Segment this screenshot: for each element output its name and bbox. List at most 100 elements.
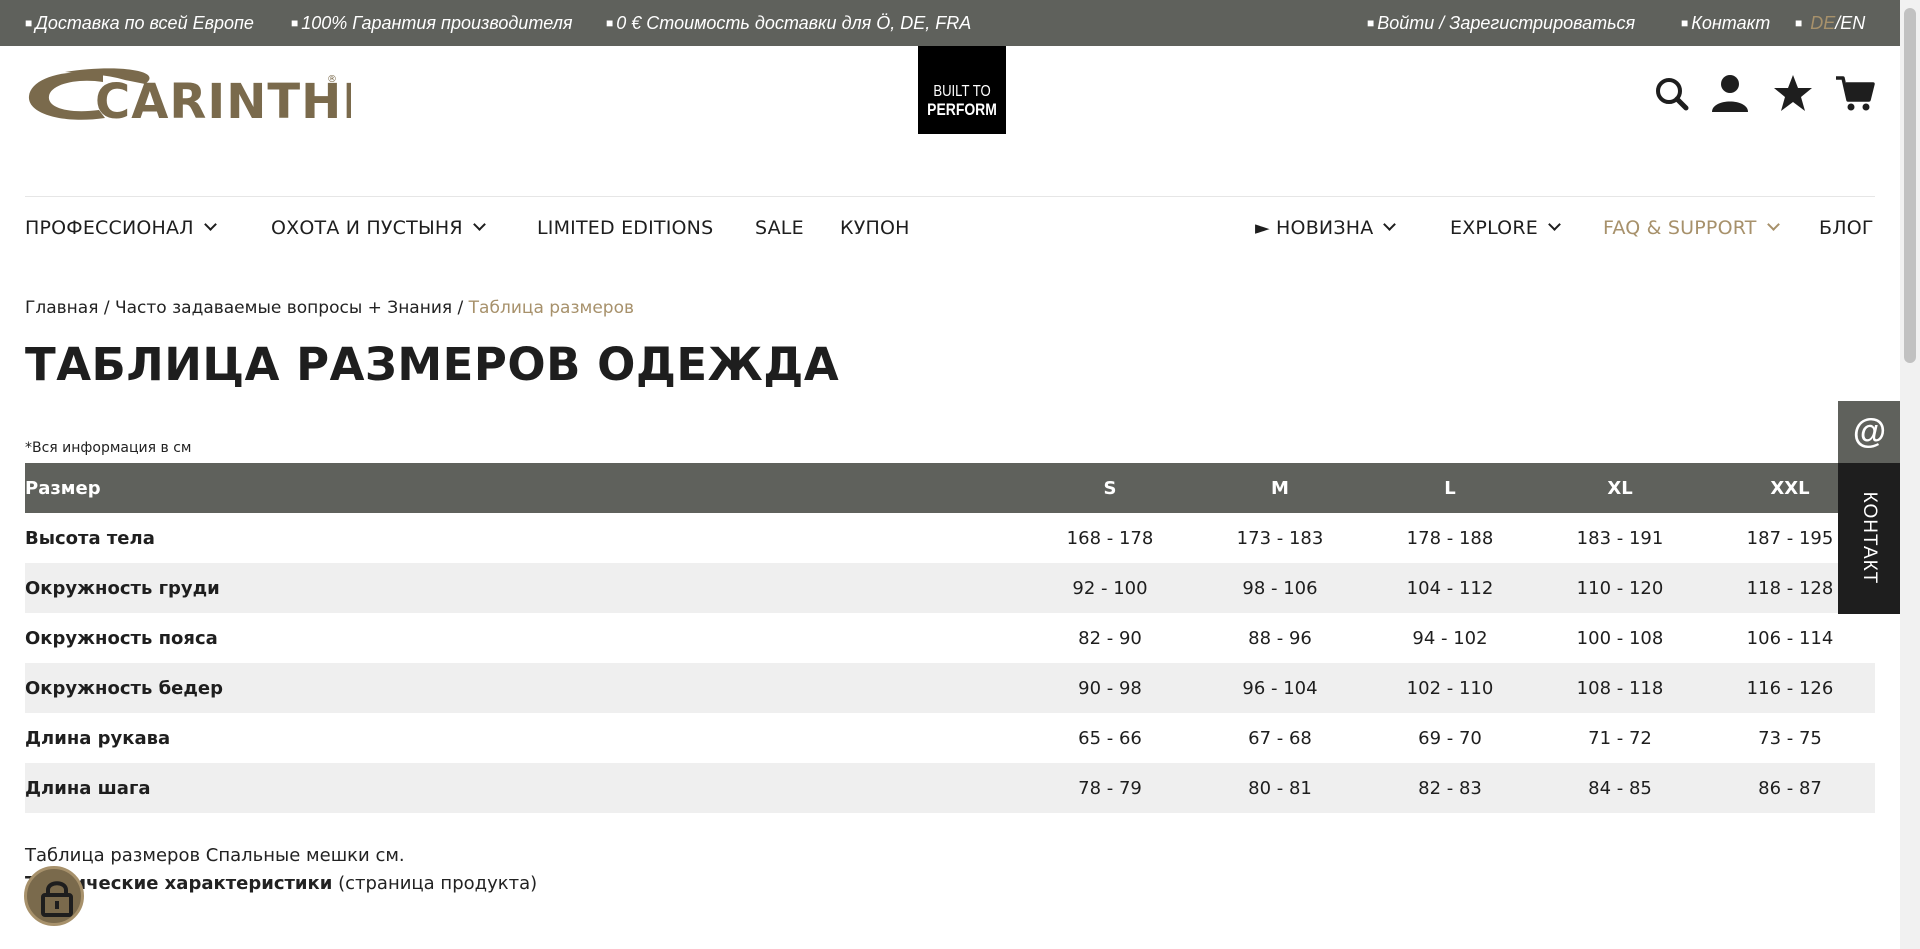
breadcrumb: Главная / Часто задаваемые вопросы + Зна… <box>25 298 634 318</box>
table-cell: 86 - 87 <box>1758 777 1822 799</box>
nav-limited-editions[interactable]: LIMITED EDITIONS <box>537 217 713 239</box>
contact-side-label: КОНТАКТ <box>1859 491 1880 585</box>
tech-specs-suffix: (страница продукта) <box>332 873 538 894</box>
table-cell: 73 - 75 <box>1758 727 1822 749</box>
table-cell: 69 - 70 <box>1418 727 1482 749</box>
top-info-bar: ■ Доставка по всей Европе ■ 100% Гарантия … <box>0 0 1900 46</box>
table-row: Высота тела 168 - 178 173 - 183 178 - 18… <box>25 513 1875 563</box>
nav-sale[interactable]: SALE <box>755 217 804 239</box>
nav-explore[interactable]: EXPLORE <box>1450 217 1561 239</box>
table-row: Окружность пояса 82 - 90 88 - 96 94 - 10… <box>25 613 1875 663</box>
breadcrumb-faq[interactable]: Часто задаваемые вопросы + Знания <box>115 298 452 318</box>
size-table-header: Размер S M L XL XXL <box>25 463 1875 513</box>
lang-de[interactable]: DE <box>1810 13 1835 33</box>
table-cell: 178 - 188 <box>1406 527 1494 549</box>
nav-new-arrivals[interactable]: ► НОВИЗНА <box>1255 217 1397 239</box>
table-cell: 100 - 108 <box>1576 627 1664 649</box>
table-row: Длина шага 78 - 79 80 - 81 82 - 83 84 - … <box>25 763 1875 813</box>
row-label: Длина рукава <box>25 727 171 749</box>
logo-wordmark: CARINTHIA <box>95 74 351 126</box>
breadcrumb-current: Таблица размеров <box>468 298 635 318</box>
table-cell: 98 - 106 <box>1242 577 1318 599</box>
contact-side-tab[interactable]: КОНТАКТ <box>1838 463 1900 614</box>
table-cell: 78 - 79 <box>1078 777 1142 799</box>
privacy-settings-button[interactable] <box>24 866 84 926</box>
topbar-shipping-europe: ■ Доставка по всей Европе <box>25 13 254 33</box>
table-cell: 82 - 83 <box>1418 777 1482 799</box>
header-size-s: S <box>1103 477 1117 499</box>
table-cell: 90 - 98 <box>1078 677 1142 699</box>
search-icon[interactable] <box>1652 72 1692 114</box>
star-icon[interactable] <box>1773 72 1813 114</box>
table-cell: 102 - 110 <box>1406 677 1494 699</box>
carinthia-logo[interactable]: CARINTHIA ® <box>25 66 398 130</box>
nav-blog[interactable]: БЛОГ <box>1819 217 1874 239</box>
header-size-xl: XL <box>1607 477 1633 499</box>
table-cell: 116 - 126 <box>1746 677 1834 699</box>
nav-hunting-desert[interactable]: ОХОТА И ПУСТЫНЯ <box>271 217 486 239</box>
table-cell: 82 - 90 <box>1078 627 1142 649</box>
header-divider <box>25 196 1875 197</box>
chevron-down-icon <box>1548 218 1561 231</box>
table-cell: 88 - 96 <box>1248 627 1312 649</box>
units-note: *Вся информация в см <box>25 440 192 456</box>
table-cell: 183 - 191 <box>1576 527 1664 549</box>
nav-faq-support[interactable]: FAQ & SUPPORT <box>1603 217 1780 239</box>
related-links: Таблица размеров Спальные мешки см. Техн… <box>25 842 537 898</box>
login-register-link[interactable]: ■ Войти / Зарегистрироваться <box>1367 13 1635 34</box>
header-size-m: M <box>1271 477 1289 499</box>
row-label: Окружность пояса <box>25 627 218 649</box>
sleeping-bag-size-link[interactable]: Таблица размеров Спальные мешки см. <box>25 845 405 866</box>
table-cell: 65 - 66 <box>1078 727 1142 749</box>
table-cell: 110 - 120 <box>1576 577 1664 599</box>
at-icon: @ <box>1852 413 1886 451</box>
table-cell: 96 - 104 <box>1242 677 1318 699</box>
table-cell: 108 - 118 <box>1576 677 1664 699</box>
table-cell: 67 - 68 <box>1248 727 1312 749</box>
table-row: Окружность груди 92 - 100 98 - 106 104 -… <box>25 563 1875 613</box>
email-contact-tab[interactable]: @ <box>1838 401 1900 463</box>
size-table: Размер S M L XL XXL Высота тела 168 - 17… <box>25 463 1875 813</box>
row-label: Окружность груди <box>25 577 220 599</box>
cart-icon[interactable] <box>1835 72 1875 114</box>
table-row: Длина рукава 65 - 66 67 - 68 69 - 70 71 … <box>25 713 1875 763</box>
scrollbar-thumb[interactable] <box>1904 8 1916 363</box>
badge-line-1: BUILT TO <box>933 83 991 100</box>
header-size-label: Размер <box>25 477 101 499</box>
chevron-down-icon <box>1766 218 1780 231</box>
lock-icon <box>41 881 73 917</box>
table-row: Окружность бедер 90 - 98 96 - 104 102 - … <box>25 663 1875 713</box>
table-cell: 104 - 112 <box>1406 577 1494 599</box>
chevron-down-icon <box>203 218 217 231</box>
table-cell: 71 - 72 <box>1588 727 1652 749</box>
table-cell: 106 - 114 <box>1746 627 1834 649</box>
header-size-l: L <box>1444 477 1456 499</box>
breadcrumb-separator: / <box>452 298 469 318</box>
table-cell: 94 - 102 <box>1412 627 1488 649</box>
page-title: ТАБЛИЦА РАЗМЕРОВ ОДЕЖДА <box>25 338 840 391</box>
user-icon[interactable] <box>1710 72 1750 114</box>
row-label: Длина шага <box>25 777 151 799</box>
contact-link[interactable]: ■ Контакт <box>1681 13 1770 34</box>
topbar-warranty: ■ 100% Гарантия производителя <box>291 13 573 33</box>
chevron-down-icon <box>472 218 486 231</box>
row-label: Высота тела <box>25 527 155 549</box>
table-cell: 168 - 178 <box>1066 527 1154 549</box>
table-cell: 92 - 100 <box>1072 577 1148 599</box>
page-scrollbar[interactable] <box>1900 0 1920 949</box>
lang-en[interactable]: EN <box>1840 13 1865 33</box>
table-cell: 84 - 85 <box>1588 777 1652 799</box>
built-to-perform-badge: BUILT TO PERFORM <box>918 46 1006 134</box>
language-switcher: ■ DE/EN <box>1795 13 1866 33</box>
table-cell: 80 - 81 <box>1248 777 1312 799</box>
breadcrumb-separator: / <box>98 298 115 318</box>
table-cell: 173 - 183 <box>1236 527 1324 549</box>
row-label: Окружность бедер <box>25 677 224 699</box>
chevron-down-icon <box>1383 218 1397 231</box>
topbar-free-shipping: ■ 0 € Стоимость доставки для Ö, DE, FRA <box>606 13 972 33</box>
svg-text:®: ® <box>327 74 337 85</box>
nav-professional[interactable]: ПРОФЕССИОНАЛ <box>25 217 217 239</box>
nav-coupon[interactable]: КУПОН <box>840 217 910 239</box>
breadcrumb-home[interactable]: Главная <box>25 298 98 318</box>
badge-line-2: PERFORM <box>927 100 997 119</box>
